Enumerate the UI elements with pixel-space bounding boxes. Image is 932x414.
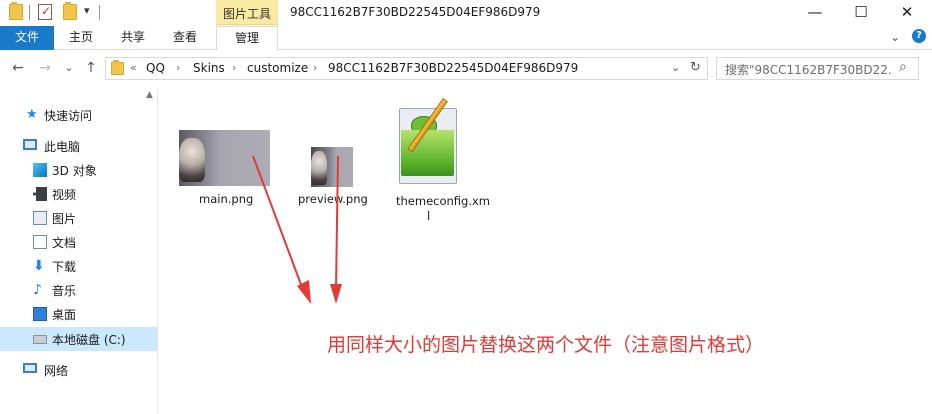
recent-locations-button[interactable]: ⌄ [60, 59, 78, 77]
properties-icon[interactable] [38, 4, 52, 20]
sidebar-item-3d-objects[interactable]: 3D 对象 [0, 158, 157, 182]
ribbon-tabs: 文件 主页 共享 查看 管理 ⌄ ? [0, 26, 932, 51]
forward-button[interactable]: → [36, 59, 54, 77]
sidebar-item-local-disk-c[interactable]: 本地磁盘 (C:) [0, 327, 157, 351]
refresh-icon[interactable]: ↻ [690, 60, 701, 75]
folder-icon [111, 60, 124, 75]
overflow-icon[interactable]: « [130, 61, 137, 74]
address-row: ← → ⌄ ↑ « QQ › Skins › customize › 98CC1… [0, 50, 932, 88]
arrow-line-right [335, 155, 339, 289]
up-button[interactable]: ↑ [82, 59, 100, 77]
breadcrumb-sep[interactable]: › [176, 61, 180, 74]
drive-icon [33, 335, 47, 344]
sidebar-item-label: 网络 [44, 364, 69, 378]
picture-tools-label: 图片工具 [222, 7, 271, 21]
sidebar-item-label: 桌面 [52, 308, 77, 322]
sidebar-item-label: 音乐 [52, 284, 77, 298]
annotation-arrows [252, 155, 342, 304]
search-input[interactable]: 搜索"98CC1162B7F30BD22... ⌕ [716, 57, 919, 80]
maximize-button[interactable]: ☐ [838, 0, 884, 26]
address-dropdown-icon[interactable]: ⌄ [671, 61, 680, 74]
sidebar-item-label: 下载 [52, 260, 77, 274]
tab-view[interactable]: 查看 [162, 26, 208, 50]
green-banner [401, 130, 454, 176]
sidebar-item-documents[interactable]: 文档 [0, 230, 157, 254]
computer-icon [23, 139, 37, 150]
back-button[interactable]: ← [9, 59, 27, 77]
breadcrumb-sep[interactable]: › [232, 61, 236, 74]
sidebar-item-pictures[interactable]: 图片 [0, 206, 157, 230]
sidebar-item-downloads[interactable]: ⬇ 下载 [0, 254, 157, 278]
divider [29, 5, 30, 20]
tab-file[interactable]: 文件 [0, 26, 54, 50]
sidebar-item-desktop[interactable]: 桌面 [0, 302, 157, 326]
sidebar-item-label: 本地磁盘 (C:) [52, 333, 126, 347]
arrowhead-left [297, 280, 311, 304]
video-icon [33, 187, 47, 201]
breadcrumb-skins[interactable]: Skins [193, 61, 225, 75]
breadcrumb-sep[interactable]: › [313, 61, 317, 74]
new-folder-icon[interactable] [63, 2, 77, 20]
minimize-button[interactable]: — [792, 0, 838, 26]
tab-manage[interactable]: 管理 [216, 26, 278, 51]
annotation-text: 用同样大小的图片替换这两个文件（注意图片格式） [327, 334, 765, 356]
expand-ribbon-icon[interactable]: ⌄ [890, 30, 900, 44]
sidebar-item-network[interactable]: 网络 [0, 358, 157, 382]
sidebar-item-label: 快速访问 [44, 109, 93, 123]
sidebar-item-label: 3D 对象 [52, 164, 97, 178]
picture-tools-context-tab: 图片工具 [216, 0, 278, 25]
file-name-continued: l [427, 209, 431, 223]
sidebar-item-label: 视频 [52, 188, 77, 202]
navigation-pane: ▲ ★ 快速访问 此电脑 3D 对象 视频 图片 文档 ⬇ 下载 ♪ 音乐 桌面… [0, 88, 158, 414]
documents-icon [33, 235, 47, 249]
quick-access-dropdown-icon[interactable]: ▾ [84, 4, 90, 17]
help-icon[interactable]: ? [912, 29, 926, 43]
search-icon[interactable]: ⌕ [899, 59, 907, 75]
title-bar: ▾ 图片工具 98CC1162B7F30BD22545D04EF986D979 … [0, 0, 932, 26]
arrowhead-right [330, 284, 342, 304]
arrow-line-left [252, 155, 304, 291]
3d-objects-icon [33, 163, 47, 177]
address-bar[interactable]: « QQ › Skins › customize › 98CC1162B7F30… [105, 57, 708, 80]
sidebar-item-label: 图片 [52, 212, 77, 226]
desktop-icon [33, 307, 47, 321]
divider [99, 5, 100, 20]
sidebar-item-quick-access[interactable]: ★ 快速访问 [0, 103, 157, 127]
sidebar-item-music[interactable]: ♪ 音乐 [0, 278, 157, 302]
sidebar-item-videos[interactable]: 视频 [0, 182, 157, 206]
sidebar-item-label: 文档 [52, 236, 77, 250]
sidebar-item-label: 此电脑 [44, 140, 81, 154]
breadcrumb-customize[interactable]: customize [247, 61, 308, 75]
file-name: themeconfig.xm [396, 194, 491, 208]
star-icon: ★ [26, 107, 38, 122]
notepad-plus-plus-icon [399, 98, 463, 184]
downloads-icon: ⬇ [33, 258, 45, 274]
file-list: main.png preview.png themeconfig.xm l 用同… [159, 88, 932, 414]
tab-share[interactable]: 共享 [110, 26, 156, 50]
network-icon [23, 363, 37, 373]
file-name: main.png [199, 192, 254, 206]
close-button[interactable]: ✕ [884, 0, 930, 26]
folder-icon [9, 2, 23, 20]
breadcrumb-current-folder[interactable]: 98CC1162B7F30BD22545D04EF986D979 [328, 61, 578, 75]
pictures-icon [33, 211, 47, 225]
search-placeholder: 搜索"98CC1162B7F30BD22... [725, 63, 893, 77]
sidebar-item-this-pc[interactable]: 此电脑 [0, 134, 157, 158]
music-icon: ♪ [33, 282, 42, 298]
tab-home[interactable]: 主页 [58, 26, 104, 50]
window-title: 98CC1162B7F30BD22545D04EF986D979 [290, 5, 541, 19]
scroll-up-arrow: ▲ [146, 90, 153, 100]
breadcrumb-qq[interactable]: QQ [146, 61, 165, 75]
portrait-thumbnail [179, 138, 205, 182]
file-item-themeconfig-xml[interactable]: themeconfig.xm l [391, 96, 491, 232]
